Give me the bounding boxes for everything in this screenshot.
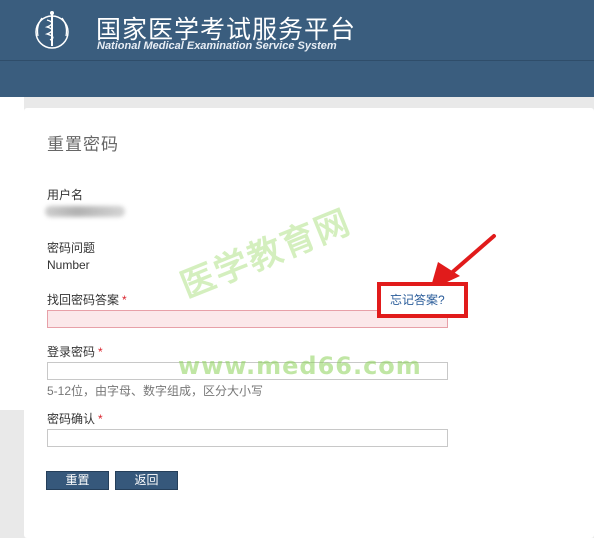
side-strip <box>0 97 24 410</box>
username-label: 用户名 <box>47 188 84 202</box>
password-hint: 5-12位，由字母、数字组成，区分大小写 <box>47 384 264 398</box>
site-subtitle: National Medical Examination Service Sys… <box>97 40 337 52</box>
answer-label: 找回密码答案 * <box>47 291 127 308</box>
confirm-password-label-text: 密码确认 <box>47 412 96 426</box>
site-header: 国家医学考试服务平台 National Medical Examination … <box>0 0 594 61</box>
back-button[interactable]: 返回 <box>115 471 178 490</box>
confirm-password-input[interactable] <box>48 431 447 447</box>
login-password-label-text: 登录密码 <box>47 345 96 359</box>
required-mark: * <box>122 293 127 307</box>
forgot-answer-link[interactable]: 忘记答案? <box>390 291 445 308</box>
security-question-value: Number <box>47 258 90 272</box>
login-password-label: 登录密码 * <box>47 343 103 360</box>
confirm-password-label: 密码确认 * <box>47 410 103 427</box>
nav-bar <box>0 61 594 97</box>
watermark-url: www.med66.com <box>178 352 422 380</box>
security-question-label: 密码问题 <box>47 241 96 255</box>
answer-label-text: 找回密码答案 <box>47 293 120 307</box>
medical-emblem-icon <box>35 11 69 49</box>
username-value-blurred <box>45 206 125 217</box>
confirm-password-field[interactable] <box>47 429 448 447</box>
page-title: 重置密码 <box>47 135 119 154</box>
reset-button[interactable]: 重置 <box>46 471 109 490</box>
required-mark: * <box>98 345 103 359</box>
required-mark: * <box>98 412 103 426</box>
